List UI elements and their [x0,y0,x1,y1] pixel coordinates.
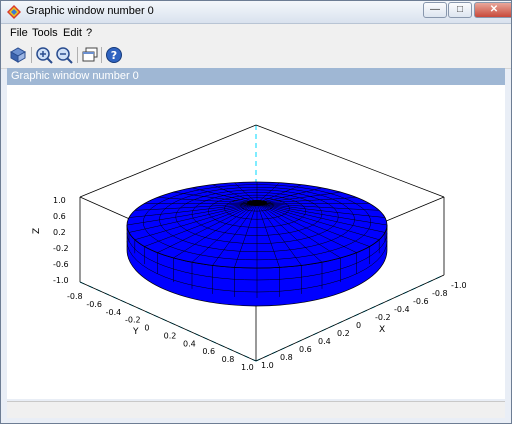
menu-edit[interactable]: Edit [63,27,82,39]
figure-header: Graphic window number 0 [7,68,505,85]
window-icon[interactable] [81,46,99,64]
y-tick-label: 0.4 [183,339,196,348]
x-tick-label: -0.2 [375,313,391,322]
menu-tools[interactable]: Tools [32,27,58,39]
title-bar[interactable]: Graphic window number 0 — □ ✕ [1,1,511,24]
help-icon[interactable]: ? [105,46,123,64]
toolbar-separator [101,47,102,63]
surface-plot[interactable]: 1.00.60.2-0.2-0.6-1.0-0.8-0.6-0.4-0.200.… [7,85,505,399]
y-tick-label: 0.6 [202,347,215,356]
x-tick-label: -0.6 [413,297,429,306]
y-tick-label: 0 [144,324,149,333]
x-tick-label: 1.0 [261,361,274,370]
menu-help[interactable]: ? [86,27,92,39]
z-tick-label: -1.0 [53,276,69,285]
status-bar [7,401,505,418]
y-tick-label: 0.8 [222,355,235,364]
maximize-button[interactable]: □ [448,2,472,18]
plot-canvas[interactable]: 1.0 0.6 0.2 -0.2 -0.6 -1.0 -0.8 -0.6 -0.4 -0.2 0 0.… [7,85,505,399]
y-tick-label: -0.4 [106,308,122,317]
x-tick-label: 0 [356,321,361,330]
y-axis-label: Y [132,327,139,337]
y-tick-label: -0.6 [86,300,102,309]
x-tick-label: 0.2 [337,329,350,338]
rotate-icon[interactable] [9,46,27,64]
x-axis-label: X [379,325,385,335]
z-tick-label: -0.2 [53,244,69,253]
z-tick-label: -0.6 [53,260,69,269]
z-tick-label: 0.2 [53,228,66,237]
close-button[interactable]: ✕ [474,2,511,18]
x-tick-label: -1.0 [451,281,467,290]
x-tick-label: -0.8 [432,289,448,298]
z-axis-label: Z [32,228,42,234]
toolbar: ? [1,42,511,69]
ellipsoid-surface [126,181,388,307]
zoom-in-icon[interactable] [35,46,53,64]
graphic-window: Graphic window number 0 — □ ✕ File Tools… [0,0,512,424]
ellipsoid-pole [247,200,267,206]
menu-bar: File Tools Edit ? [1,24,511,42]
y-tick-label: -0.8 [67,292,83,301]
y-tick-label: 1.0 [241,363,254,372]
window-title: Graphic window number 0 [26,5,154,17]
x-tick-label: 0.8 [280,353,293,362]
z-tick-label: 1.0 [53,196,66,205]
menu-file[interactable]: File [10,27,28,39]
x-tick-label: -0.4 [394,305,410,314]
svg-text:?: ? [111,49,117,62]
scilab-app-icon [7,5,21,19]
z-tick-label: 0.6 [53,212,66,221]
zoom-out-icon[interactable] [55,46,73,64]
y-tick-label: -0.2 [125,316,141,325]
toolbar-separator [31,47,32,63]
toolbar-separator [77,47,78,63]
x-tick-label: 0.4 [318,337,331,346]
x-tick-label: 0.6 [299,345,312,354]
minimize-button[interactable]: — [423,2,447,18]
y-tick-label: 0.2 [164,331,177,340]
